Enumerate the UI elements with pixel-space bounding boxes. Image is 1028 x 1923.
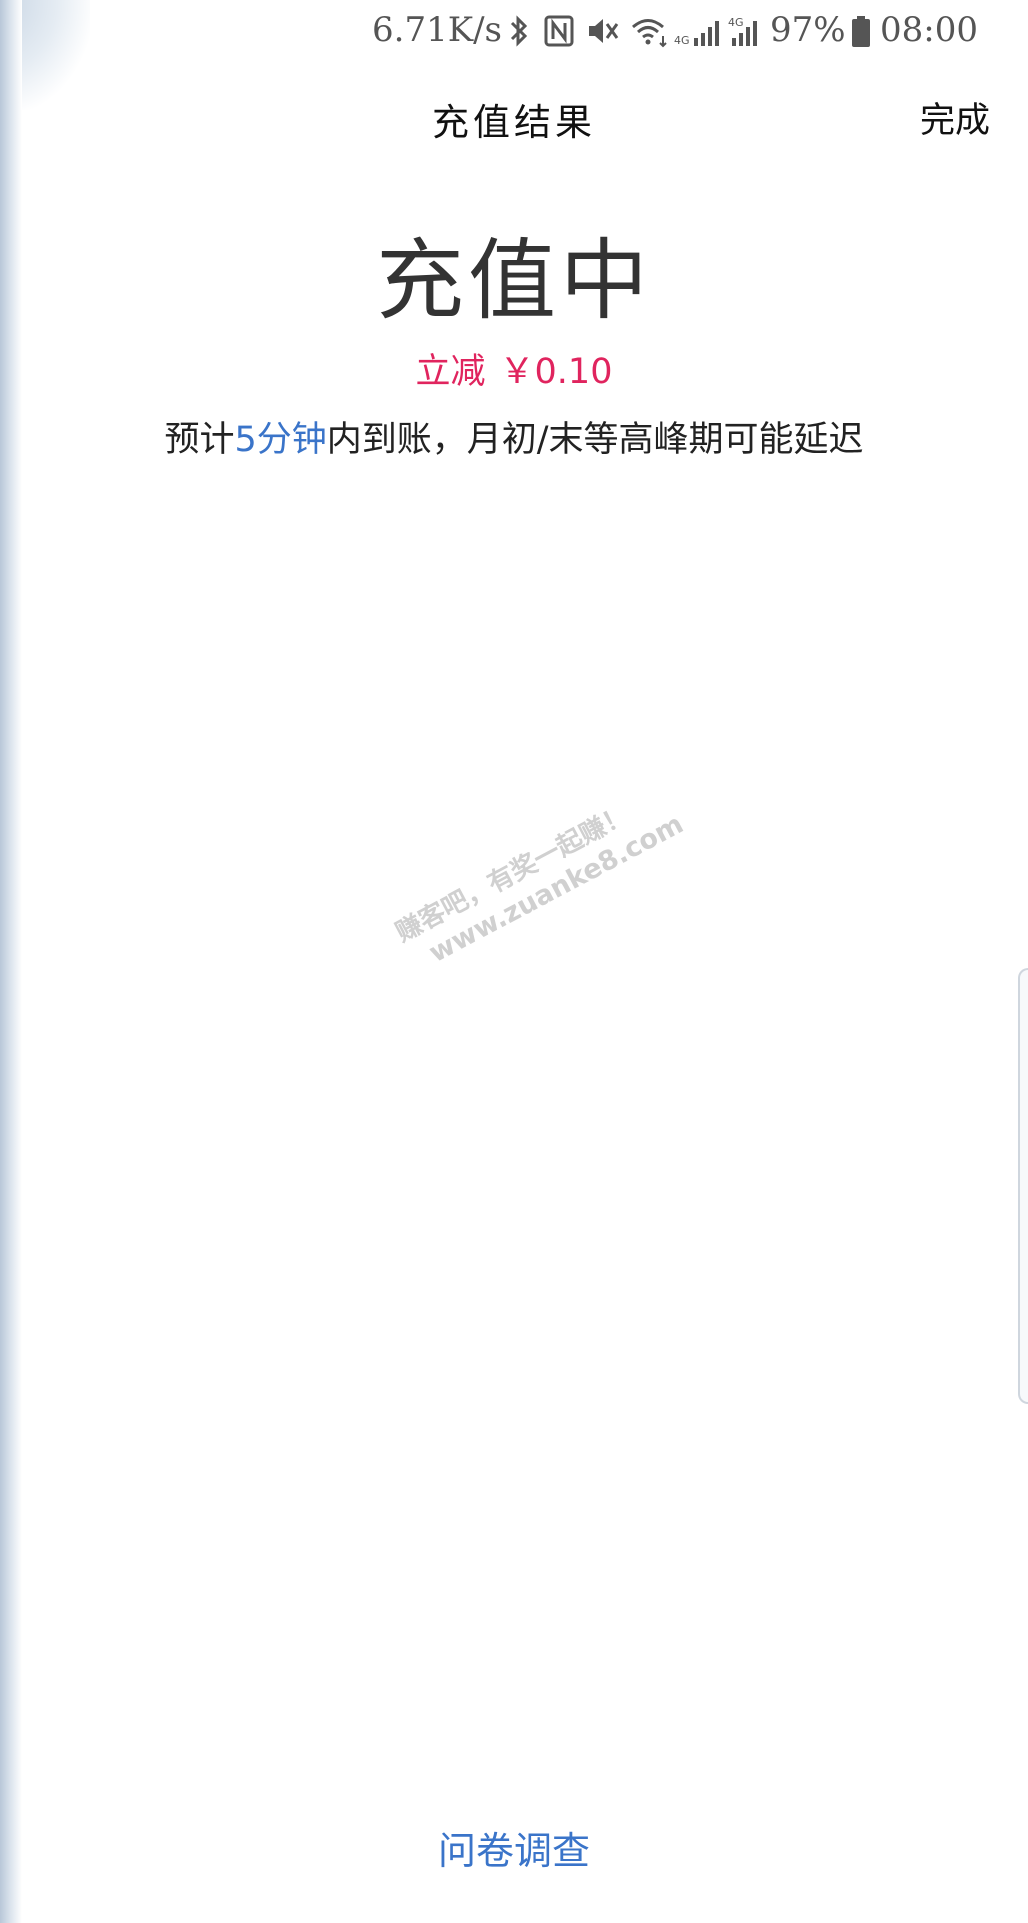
svg-text:4G: 4G: [728, 16, 744, 29]
watermark: 赚客吧，有奖一起赚！ www.zuanke8.com: [390, 778, 689, 980]
nfc-icon: [544, 14, 574, 48]
discount-line: 立减 ￥0.10: [0, 350, 1028, 394]
mute-icon: [586, 14, 620, 48]
svg-text:4G: 4G: [674, 34, 690, 47]
signal-4g-icon: 4G: [672, 14, 726, 48]
discount-amount: ￥0.10: [499, 352, 613, 392]
battery-percent: 97%: [770, 10, 846, 50]
recharge-status: 充值中: [375, 229, 652, 332]
eta-suffix: 内到账，月初/末等高峰期可能延迟: [326, 420, 864, 460]
survey-link[interactable]: 问卷调查: [0, 1820, 1028, 1875]
net-speed: 6.71K/s: [372, 10, 503, 50]
battery-icon: [850, 14, 872, 48]
edge-panel-handle[interactable]: [1018, 968, 1028, 1404]
bluetooth-icon: [508, 14, 530, 48]
discount-label: 立减: [415, 352, 486, 392]
page-title: 充值结果: [432, 101, 596, 144]
done-button[interactable]: 完成: [920, 92, 990, 143]
eta-notice: 预计5分钟内到账，月初/末等高峰期可能延迟: [0, 416, 1028, 464]
status-bar: 6.71K/s 4G 4G 97% 08:00: [0, 0, 1028, 62]
wifi-icon: [630, 14, 670, 48]
eta-highlight: 5分钟: [234, 420, 327, 460]
clock: 08:00: [880, 10, 978, 50]
eta-prefix: 预计: [164, 420, 235, 460]
signal-4g-icon-2: 4G: [728, 14, 764, 48]
